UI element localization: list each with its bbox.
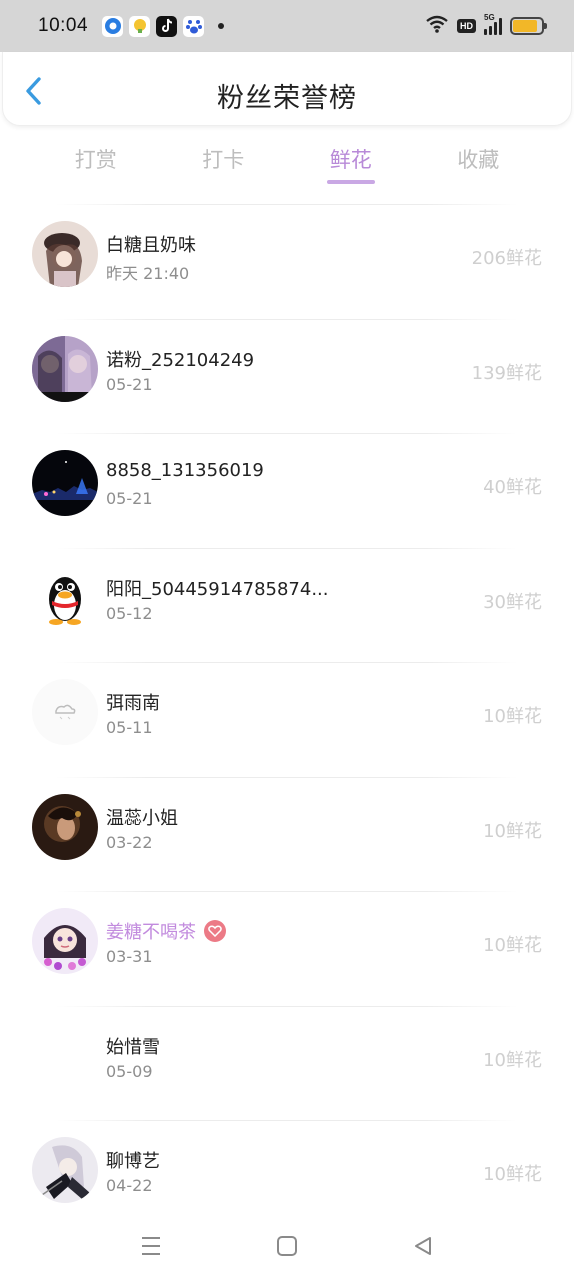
fan-date: 05-21 bbox=[106, 374, 153, 394]
fan-name: 诺粉_252104249 bbox=[106, 349, 255, 371]
avatar[interactable] bbox=[32, 335, 98, 402]
avatar[interactable] bbox=[32, 793, 98, 860]
flower-count: 10鲜花 bbox=[483, 706, 542, 727]
fan-date: 昨天 21:40 bbox=[106, 264, 190, 283]
fan-date: 05-21 bbox=[106, 489, 153, 508]
tab-favorites[interactable]: 收藏 bbox=[446, 126, 510, 196]
tab-bar: 打赏 打卡 鲜花 收藏 bbox=[0, 126, 574, 196]
tab-checkin[interactable]: 打卡 bbox=[191, 126, 255, 196]
fan-date: 05-12 bbox=[106, 603, 153, 623]
avatar[interactable] bbox=[32, 679, 98, 745]
flower-count: 30鲜花 bbox=[483, 591, 542, 613]
home-square-icon bbox=[277, 1236, 297, 1256]
status-bar: 10:04 HD 5G bbox=[0, 0, 574, 52]
list-item[interactable]: 始惜雪 05-09 10鲜花 bbox=[0, 1000, 574, 1115]
fan-name: 姜糖不喝茶 bbox=[106, 918, 226, 944]
avatar[interactable] bbox=[32, 221, 98, 287]
flower-count: 206鲜花 bbox=[471, 248, 542, 269]
avatar[interactable] bbox=[32, 1137, 98, 1203]
weather-app-icon bbox=[129, 15, 151, 37]
fan-name: 8858_131356019 bbox=[106, 460, 264, 481]
fan-name-text: 姜糖不喝茶 bbox=[106, 922, 196, 943]
tab-reward[interactable]: 打赏 bbox=[64, 126, 128, 196]
back-triangle-icon bbox=[415, 1237, 431, 1255]
network-label: 5G bbox=[484, 13, 495, 22]
page-header: 粉丝荣誉榜 bbox=[2, 52, 572, 126]
avatar[interactable] bbox=[32, 450, 98, 516]
tab-flowers[interactable]: 鲜花 bbox=[319, 126, 383, 196]
recent-apps-button[interactable] bbox=[137, 1232, 165, 1260]
list-item[interactable]: 温蕊小姐 03-22 10鲜花 bbox=[0, 771, 574, 886]
home-button[interactable] bbox=[273, 1232, 301, 1260]
avatar[interactable] bbox=[32, 1022, 98, 1089]
fan-name: 聊博艺 bbox=[106, 1151, 160, 1172]
page-title: 粉丝荣誉榜 bbox=[217, 83, 357, 114]
status-app-icons bbox=[102, 15, 225, 37]
system-nav-bar bbox=[0, 1212, 574, 1280]
tiktok-icon bbox=[156, 15, 178, 37]
flower-count: 40鲜花 bbox=[483, 477, 542, 498]
flower-count: 10鲜花 bbox=[483, 935, 542, 956]
list-item[interactable]: 阳阳_50445914785874... 05-12 30鲜花 bbox=[0, 542, 574, 657]
battery-icon bbox=[510, 17, 547, 35]
divider bbox=[56, 662, 518, 663]
fan-list: 白糖且奶味 昨天 21:40 206鲜花 诺粉_252104249 05-21 … bbox=[0, 198, 574, 1229]
fan-date: 03-22 bbox=[106, 832, 153, 852]
fan-name: 白糖且奶味 bbox=[106, 235, 196, 256]
fan-name: 阳阳_50445914785874... bbox=[106, 578, 329, 600]
tab-label: 打赏 bbox=[74, 148, 117, 172]
divider bbox=[56, 1005, 518, 1007]
status-time: 10:04 bbox=[38, 15, 89, 36]
fan-name: 弭雨南 bbox=[106, 693, 160, 714]
fan-date: 05-11 bbox=[106, 718, 153, 737]
hd-badge: HD bbox=[457, 19, 476, 33]
baidu-icon bbox=[183, 15, 205, 37]
divider bbox=[56, 891, 518, 892]
fan-date: 03-31 bbox=[106, 947, 153, 966]
cellular-signal-icon: 5G bbox=[484, 13, 502, 35]
flower-count: 139鲜花 bbox=[471, 362, 542, 384]
vip-heart-badge-icon bbox=[204, 920, 226, 942]
menu-icon bbox=[142, 1237, 160, 1255]
fan-name: 温蕊小姐 bbox=[106, 807, 178, 829]
tab-label: 收藏 bbox=[457, 148, 500, 172]
flower-count: 10鲜花 bbox=[483, 820, 542, 842]
fan-date: 05-09 bbox=[106, 1061, 153, 1081]
active-tab-indicator bbox=[326, 180, 375, 184]
divider bbox=[56, 547, 518, 549]
divider bbox=[56, 776, 518, 778]
fan-name: 始惜雪 bbox=[106, 1036, 160, 1058]
status-indicators: HD 5G bbox=[425, 13, 547, 37]
divider bbox=[56, 318, 518, 320]
divider bbox=[56, 433, 518, 434]
fan-date: 04-22 bbox=[106, 1176, 153, 1195]
tab-label: 打卡 bbox=[202, 148, 245, 172]
back-nav-button[interactable] bbox=[409, 1232, 437, 1260]
avatar[interactable] bbox=[32, 908, 98, 974]
list-item[interactable]: 弭雨南 05-11 10鲜花 bbox=[0, 656, 574, 771]
divider bbox=[56, 204, 518, 205]
avatar[interactable] bbox=[32, 564, 98, 631]
browser-icon bbox=[102, 15, 124, 37]
divider bbox=[56, 1120, 518, 1121]
list-item[interactable]: 白糖且奶味 昨天 21:40 206鲜花 bbox=[0, 198, 574, 313]
list-item[interactable]: 8858_131356019 05-21 40鲜花 bbox=[0, 427, 574, 542]
list-item[interactable]: 诺粉_252104249 05-21 139鲜花 bbox=[0, 313, 574, 428]
wifi-icon bbox=[425, 15, 449, 37]
qq-penguin-icon bbox=[32, 564, 98, 631]
tab-label: 鲜花 bbox=[329, 148, 372, 172]
notification-dot-icon bbox=[218, 23, 225, 29]
flower-count: 10鲜花 bbox=[483, 1049, 542, 1071]
battery-fill bbox=[513, 20, 537, 32]
list-item[interactable]: 姜糖不喝茶 03-31 10鲜花 bbox=[0, 885, 574, 1000]
flower-count: 10鲜花 bbox=[483, 1164, 542, 1185]
